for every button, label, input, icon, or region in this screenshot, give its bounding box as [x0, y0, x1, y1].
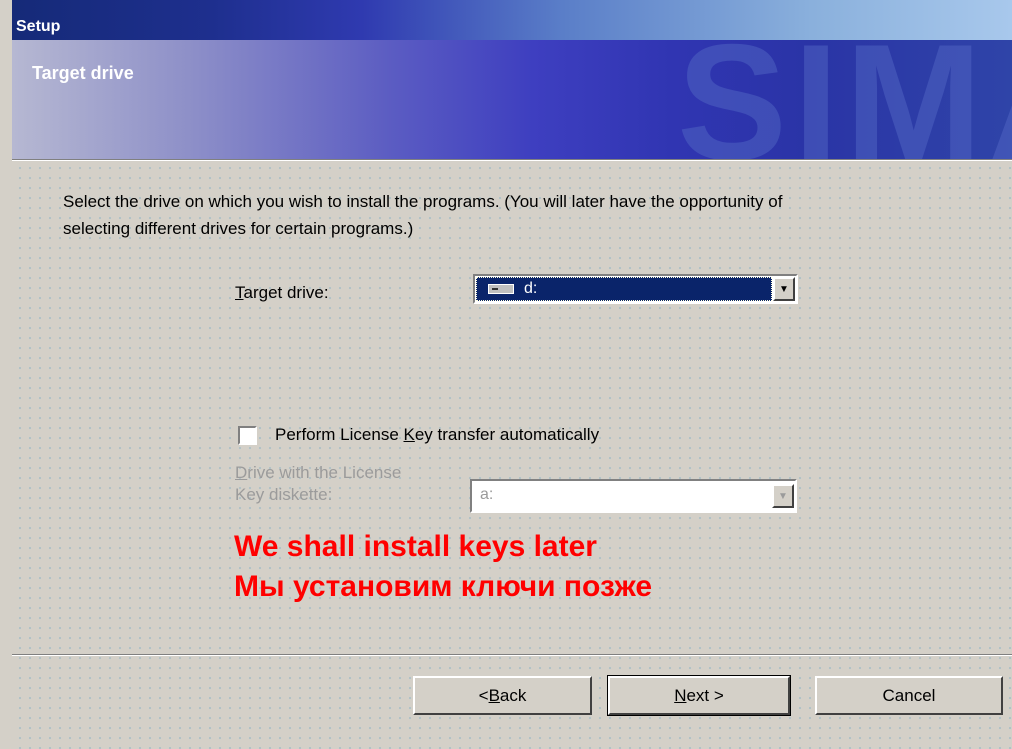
license-drive-label: Drive with the License Key diskette:: [235, 462, 401, 506]
instructions-line-2: selecting different drives for certain p…: [63, 219, 414, 238]
license-drive-label-accesskey: D: [235, 463, 248, 482]
header-banner: SIMA Target drive: [12, 40, 1012, 159]
license-drive-label-line-2: Key diskette:: [235, 485, 333, 504]
target-drive-select[interactable]: d: ▼: [473, 274, 798, 304]
license-drive-select[interactable]: a: ▼: [470, 479, 797, 513]
title-bar: Setup: [12, 0, 1012, 40]
footer-divider: [12, 654, 1012, 656]
cancel-button[interactable]: Cancel: [815, 676, 1003, 715]
page-title: Target drive: [32, 63, 134, 83]
back-button[interactable]: < Back: [413, 676, 592, 715]
instructions-line-1: Select the drive on which you wish to in…: [63, 192, 783, 211]
instructions-text: Select the drive on which you wish to in…: [63, 188, 993, 242]
window-title: Setup: [16, 18, 61, 35]
license-label-part-b: ey transfer automatically: [414, 425, 600, 444]
chevron-down-icon: ▼: [778, 490, 788, 502]
target-drive-label: Target drive:: [235, 283, 329, 303]
back-button-accesskey: B: [488, 685, 500, 705]
chevron-down-icon: ▼: [779, 283, 789, 295]
target-drive-value: d:: [524, 280, 538, 297]
next-button[interactable]: Next >: [607, 675, 791, 716]
license-transfer-checkbox[interactable]: [238, 426, 257, 445]
license-label-part-a: Perform License: [275, 425, 404, 444]
note-russian: Мы установим ключи позже: [234, 570, 653, 603]
target-drive-dropdown-button[interactable]: ▼: [773, 277, 795, 301]
license-drive-dropdown-button[interactable]: ▼: [772, 484, 794, 508]
license-drive-value: a:: [480, 486, 494, 503]
target-drive-label-accesskey: T: [235, 283, 244, 302]
brand-logo-watermark: SIMA: [677, 40, 1012, 159]
next-button-accesskey: N: [674, 685, 687, 705]
next-button-label: ext >: [686, 685, 724, 705]
target-drive-selection: d:: [476, 277, 772, 301]
drive-icon: [488, 284, 514, 294]
license-drive-label-line-1: rive with the License: [247, 463, 402, 482]
back-button-prefix: <: [478, 685, 489, 705]
back-button-label: ack: [499, 685, 527, 705]
note-english: We shall install keys later: [234, 530, 597, 563]
license-label-accesskey: K: [403, 425, 415, 444]
license-transfer-label[interactable]: Perform License Key transfer automatical…: [275, 425, 599, 445]
target-drive-label-rest: arget drive:: [243, 283, 329, 302]
header-divider: [12, 159, 1012, 161]
